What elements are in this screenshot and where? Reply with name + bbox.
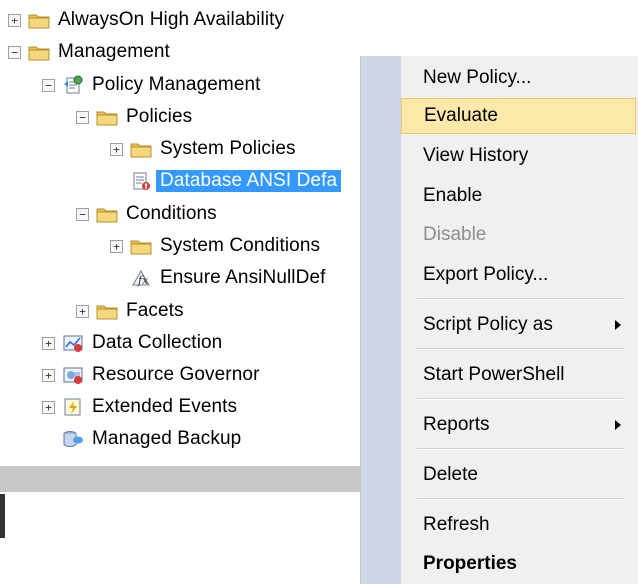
tree-node-label: Extended Events [92,396,238,417]
object-explorer-tree: + AlwaysOn High Availability − Managemen… [0,0,370,470]
collapse-icon[interactable]: − [8,45,21,59]
folder-icon [96,107,118,127]
tree-empty-area [0,492,372,584]
menu-separator [417,348,625,350]
folder-icon [130,139,152,159]
menu-item-script-policy-as[interactable]: Script Policy as [401,307,635,343]
tree-node-label: Ensure AnsiNullDef [160,267,326,288]
expand-icon[interactable]: + [110,142,123,156]
menu-separator [417,398,625,400]
menu-item-reports[interactable]: Reports [401,407,635,443]
tree-node-extended-events[interactable]: + Extended Events [42,392,237,422]
tree-node-facets[interactable]: + Facets [76,296,184,326]
tree-node-label: Management [58,41,170,62]
collapse-icon[interactable]: − [76,110,89,124]
svg-text:fx: fx [137,274,149,287]
expand-icon[interactable]: + [42,400,55,414]
tree-node-label: Policy Management [92,74,261,95]
menu-item-new-policy[interactable]: New Policy... [401,60,635,96]
tree-node-database-ansi[interactable]: Database ANSI Defa [110,166,342,196]
folder-icon [96,301,118,321]
menu-icon-gutter [361,56,401,584]
tree-node-ensure-ansinulldef[interactable]: fx Ensure AnsiNullDef [110,263,326,293]
tree-node-policy-management[interactable]: − Policy Management [42,70,261,100]
menu-item-view-history[interactable]: View History [401,138,635,174]
tree-node-label: System Policies [160,138,296,159]
tree-node-alwayson[interactable]: + AlwaysOn High Availability [8,5,284,35]
menu-separator [417,498,625,500]
tree-node-label: Facets [126,300,184,321]
tree-node-system-conditions[interactable]: + System Conditions [110,231,320,261]
condition-icon: fx [130,268,152,288]
tree-node-label: Managed Backup [92,428,242,449]
tree-node-label: Resource Governor [92,364,260,385]
expand-icon[interactable]: + [110,239,123,253]
tree-node-label: Conditions [126,203,217,224]
folder-icon [28,10,50,30]
window-edge [0,494,5,538]
tree-node-managed-backup[interactable]: Managed Backup [42,424,241,454]
submenu-arrow-icon [615,320,621,330]
folder-icon [130,236,152,256]
menu-item-export-policy[interactable]: Export Policy... [401,257,635,293]
policy-management-icon [62,75,84,95]
managed-backup-icon [62,429,84,449]
tree-node-policies[interactable]: − Policies [76,102,192,132]
folder-icon [96,204,118,224]
resource-governor-icon [62,365,84,385]
menu-item-disable: Disable [423,224,487,245]
context-menu: New Policy... Evaluate View History Enab… [360,56,638,584]
menu-item-refresh[interactable]: Refresh [401,507,635,543]
expand-icon[interactable]: + [42,368,55,382]
menu-item-evaluate[interactable]: Evaluate [401,98,636,134]
expand-icon[interactable]: + [8,13,21,27]
tree-node-data-collection[interactable]: + Data Collection [42,328,222,358]
collapse-icon[interactable]: − [42,78,55,92]
tree-node-label: Policies [126,106,193,127]
tree-node-label: System Conditions [160,235,321,256]
menu-item-delete[interactable]: Delete [401,457,635,493]
folder-icon [28,42,50,62]
menu-separator [417,448,625,450]
collapse-icon[interactable]: − [76,207,89,221]
tree-node-management[interactable]: − Management [8,37,170,67]
tree-node-label: AlwaysOn High Availability [58,9,285,30]
policy-icon [130,171,152,191]
tree-node-system-policies[interactable]: + System Policies [110,134,296,164]
tree-node-label: Data Collection [92,332,223,353]
submenu-arrow-icon [615,420,621,430]
tree-node-label: Database ANSI Defa [156,170,342,192]
data-collection-icon [62,333,84,353]
menu-item-start-powershell[interactable]: Start PowerShell [401,357,635,393]
extended-events-icon [62,397,84,417]
horizontal-scrollbar[interactable] [0,466,372,492]
tree-node-resource-governor[interactable]: + Resource Governor [42,360,260,390]
tree-node-conditions[interactable]: − Conditions [76,199,217,229]
menu-item-properties[interactable]: Properties [401,546,635,582]
expand-icon[interactable]: + [76,304,89,318]
menu-item-enable[interactable]: Enable [401,178,635,214]
menu-separator [417,298,625,300]
expand-icon[interactable]: + [42,336,55,350]
